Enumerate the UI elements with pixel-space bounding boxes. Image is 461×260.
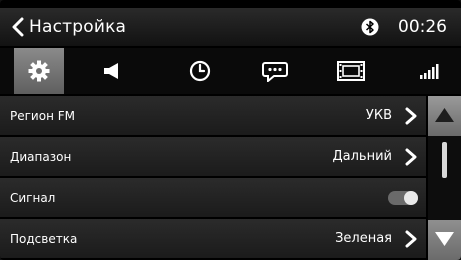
toggle-knob (404, 191, 418, 205)
row-label: Диапазон (10, 150, 72, 164)
settings-screen: Настройка 00:26 Регион FM УКВ Диапазон Д… (0, 0, 461, 260)
back-button[interactable]: Настройка (10, 8, 126, 46)
header-bar: Настройка 00:26 (0, 8, 461, 46)
row-label: Сигнал (10, 191, 56, 205)
scroll-thumb[interactable] (442, 142, 447, 178)
chevron-left-icon (12, 17, 24, 37)
row-value: Зеленая (335, 231, 392, 246)
tab-messages[interactable] (250, 48, 300, 94)
row-fm-region[interactable]: Регион FM УКВ (0, 96, 426, 136)
triangle-down-icon (435, 232, 454, 246)
chevron-right-icon (405, 148, 417, 166)
page-title: Настройка (29, 17, 127, 37)
scroll-down-button[interactable] (428, 220, 461, 260)
clock-time: 00:26 (398, 17, 447, 37)
row-range[interactable]: Диапазон Дальний (0, 137, 426, 177)
scroll-up-button[interactable] (428, 96, 461, 136)
signal-bars-icon (420, 64, 439, 79)
row-label: Подсветка (10, 232, 78, 246)
bluetooth-icon (361, 18, 379, 36)
clock-icon (189, 60, 211, 82)
row-value: Дальний (332, 149, 393, 164)
row-label: Регион FM (10, 109, 75, 123)
scrollbar (428, 96, 461, 260)
scroll-track (442, 140, 447, 216)
row-signal: Сигнал (0, 178, 426, 218)
speaker-icon (104, 63, 118, 79)
tab-audio[interactable] (88, 48, 138, 94)
tab-signal[interactable] (404, 48, 454, 94)
chat-bubble-icon (262, 62, 288, 82)
row-value: УКВ (365, 108, 392, 123)
film-icon (337, 61, 365, 81)
signal-toggle[interactable] (388, 191, 418, 205)
chevron-right-icon (405, 230, 417, 248)
tab-bar (0, 48, 461, 94)
tab-general-settings[interactable] (14, 48, 64, 94)
triangle-up-icon (435, 108, 454, 122)
row-backlight[interactable]: Подсветка Зеленая (0, 219, 426, 259)
gear-icon (28, 60, 50, 82)
tab-display[interactable] (326, 48, 376, 94)
tab-time[interactable] (175, 48, 225, 94)
chevron-right-icon (405, 107, 417, 125)
settings-list: Регион FM УКВ Диапазон Дальний Сигнал По… (0, 96, 426, 260)
